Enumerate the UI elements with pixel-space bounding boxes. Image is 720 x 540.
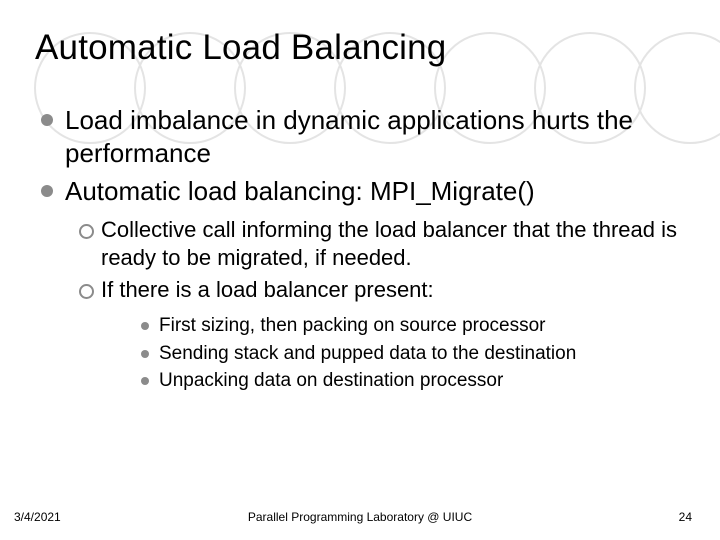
slide: Automatic Load Balancing Load imbalance …: [0, 0, 720, 540]
bullet-lvl2-item: Collective call informing the load balan…: [75, 216, 685, 272]
bullet-list-level3: First sizing, then packing on source pro…: [101, 314, 685, 394]
bullet-lvl1-item: Load imbalance in dynamic applications h…: [35, 104, 685, 169]
bullet-list-level1: Load imbalance in dynamic applications h…: [35, 104, 685, 394]
bullet-lvl1-item: Automatic load balancing: MPI_Migrate() …: [35, 175, 685, 394]
bullet-lvl3-item: Sending stack and pupped data to the des…: [137, 342, 685, 367]
bullet-text: First sizing, then packing on source pro…: [159, 315, 546, 336]
bullet-text: Unpacking data on destination processor: [159, 370, 503, 391]
bullet-lvl3-item: Unpacking data on destination processor: [137, 369, 685, 394]
slide-title: Automatic Load Balancing: [35, 28, 685, 68]
bullet-text: Load imbalance in dynamic applications h…: [65, 105, 633, 168]
bullet-lvl2-item: If there is a load balancer present: Fir…: [75, 276, 685, 394]
bullet-text: Sending stack and pupped data to the des…: [159, 343, 576, 364]
bullet-list-level2: Collective call informing the load balan…: [65, 216, 685, 395]
bullet-text: Automatic load balancing: MPI_Migrate(): [65, 176, 535, 206]
bullet-text: Collective call informing the load balan…: [101, 217, 677, 270]
bullet-text: If there is a load balancer present:: [101, 277, 434, 302]
bullet-lvl3-item: First sizing, then packing on source pro…: [137, 314, 685, 339]
